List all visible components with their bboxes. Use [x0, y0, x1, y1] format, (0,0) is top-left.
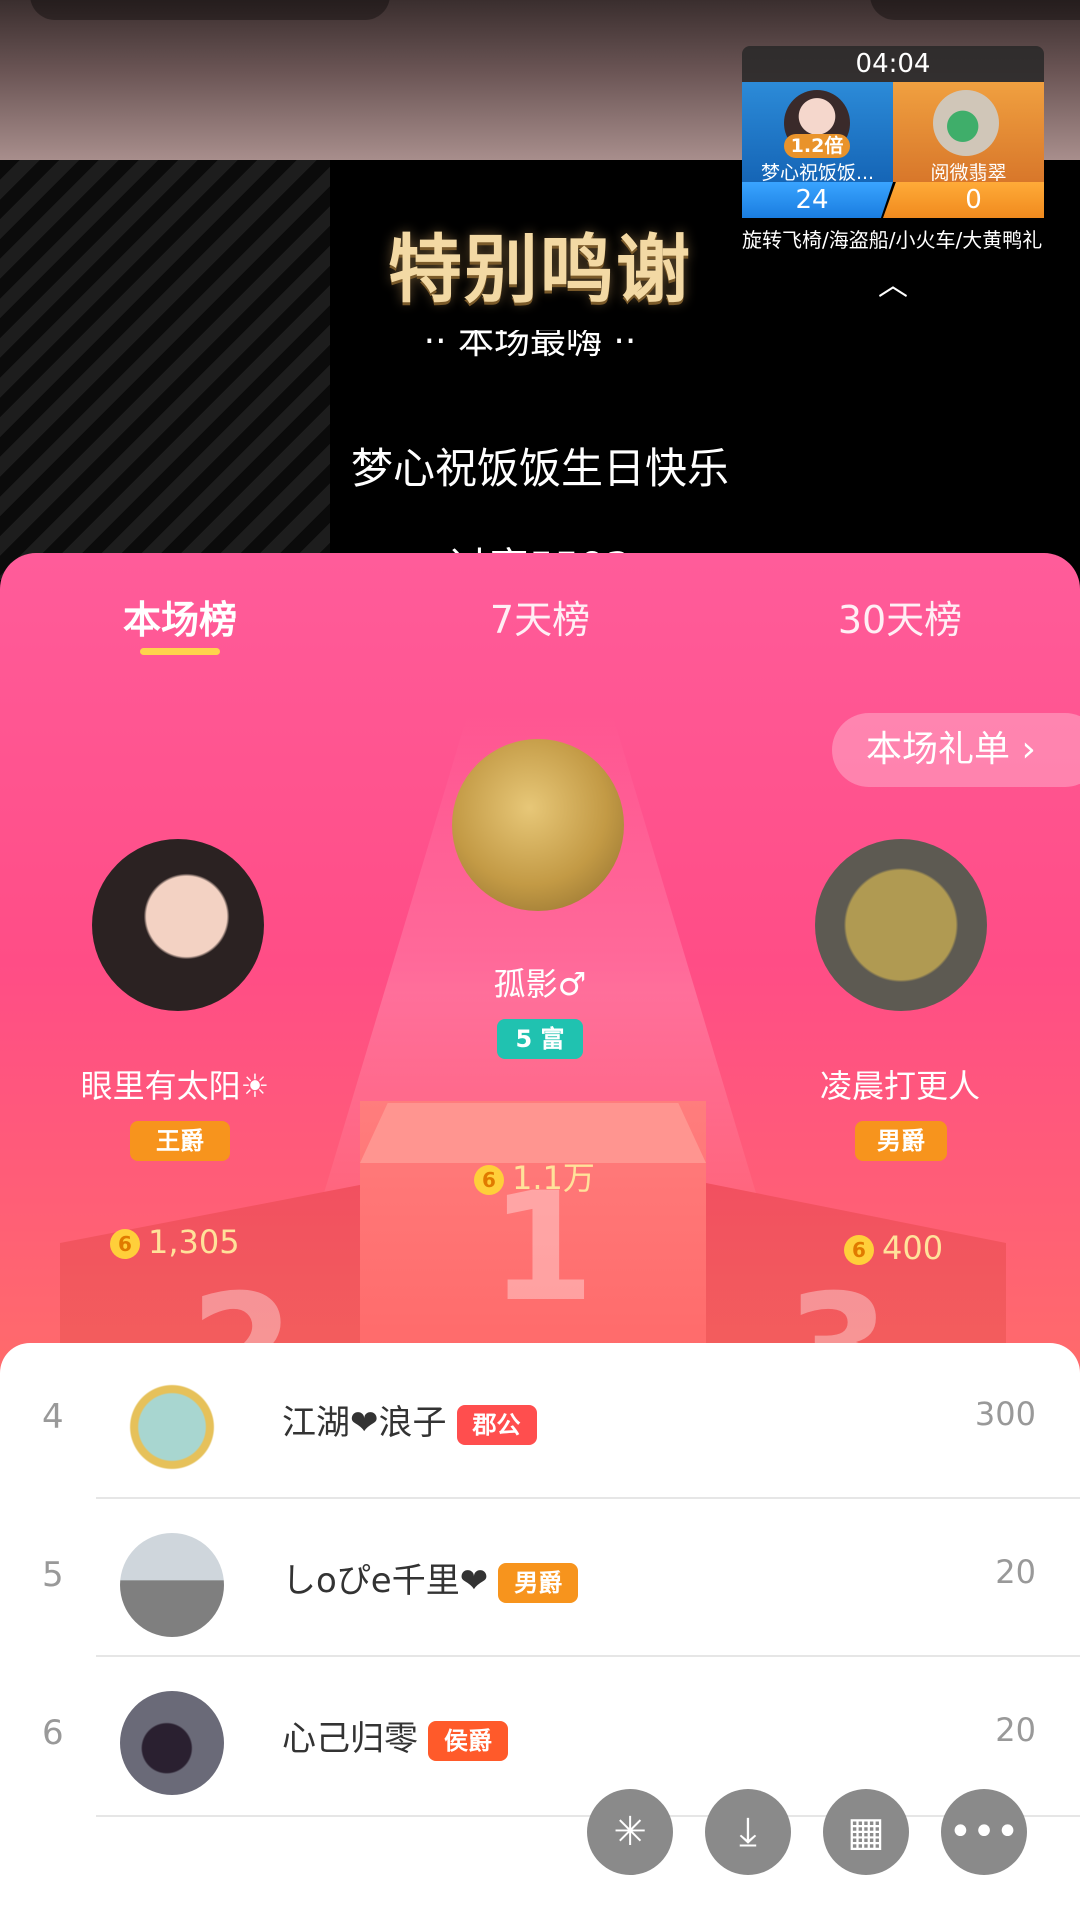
list-item-name-wrap: 江湖❤浪子 郡公	[282, 1395, 537, 1445]
chevron-up-icon[interactable]: ︿	[878, 271, 908, 301]
pk-multiplier-badge: 1.2倍	[784, 134, 850, 158]
title-badge: 郡公	[456, 1404, 537, 1445]
subtitle-clip: ·· 本场最嗨 ··	[380, 330, 680, 366]
third-place-amount-wrap: 6 400	[844, 1229, 943, 1267]
list-item[interactable]: 6 心己归零 侯爵 20	[0, 1659, 1080, 1817]
first-place-amount: 1.1万	[512, 1159, 595, 1197]
pk-right-score: 0	[965, 185, 982, 215]
pk-left-name: 梦心祝饭饭...	[760, 162, 875, 184]
thanks-message: 梦心祝饭饭生日快乐	[350, 444, 729, 493]
active-tab-indicator	[140, 648, 220, 655]
thanks-message-2: 过客5593	[440, 535, 640, 555]
second-place-avatar[interactable]	[92, 839, 264, 1011]
coin-icon: 6	[110, 1229, 140, 1259]
pk-right-name: 阅微翡翠	[930, 162, 1007, 184]
list-item-amount: 20	[995, 1711, 1036, 1749]
tab-30-days[interactable]: 30天榜	[820, 589, 980, 644]
thanks-message-2-clip: 过客5593	[440, 535, 640, 555]
pk-left-score-bar: 24	[742, 182, 893, 218]
title-badge: 男爵	[498, 1562, 579, 1603]
more-icon[interactable]: •••	[941, 1789, 1027, 1875]
sparkle-icon[interactable]: ✳	[587, 1789, 673, 1875]
third-place-name[interactable]: 凌晨打更人	[780, 1061, 1020, 1107]
first-place-avatar[interactable]	[452, 739, 624, 911]
pk-right-score-bar: 0	[883, 182, 1044, 218]
first-place-amount-wrap: 6 1.1万	[474, 1153, 595, 1199]
divider	[96, 1815, 1080, 1817]
coin-icon: 6	[474, 1165, 504, 1195]
subtitle: ·· 本场最嗨 ··	[423, 330, 637, 362]
avatar[interactable]	[120, 1691, 224, 1795]
download-icon[interactable]: ⤓	[705, 1789, 791, 1875]
tab-this-session[interactable]: 本场榜	[100, 589, 260, 644]
third-place-amount: 400	[882, 1229, 944, 1267]
divider	[96, 1655, 1080, 1657]
coin-icon: 6	[844, 1235, 874, 1265]
first-place-name[interactable]: 孤影♂	[440, 959, 640, 1005]
third-place-avatar[interactable]	[815, 839, 987, 1011]
list-item-amount: 300	[974, 1395, 1036, 1433]
list-rank: 6	[42, 1713, 64, 1753]
avatar[interactable]	[120, 1375, 224, 1479]
second-place-amount-wrap: 6 1,305	[110, 1223, 240, 1261]
list-item-name: 心己归零	[282, 1719, 418, 1759]
second-place-name[interactable]: 眼里有太阳☀	[40, 1061, 310, 1107]
pk-left-side[interactable]: 1.2倍 梦心祝饭饭...	[742, 82, 893, 184]
list-item-amount: 20	[995, 1553, 1036, 1591]
third-place-badge: 男爵	[855, 1121, 947, 1161]
pk-gifts-marquee: 旋转飞椅/海盗船/小火车/大黄鸭礼	[742, 228, 1043, 252]
list-item-name: 江湖❤浪子	[282, 1403, 447, 1443]
pk-right-avatar	[933, 90, 999, 156]
list-rank: 5	[42, 1555, 64, 1595]
second-place-amount: 1,305	[148, 1223, 240, 1261]
first-place-badge: 5 富	[497, 1019, 583, 1059]
avatar[interactable]	[120, 1533, 224, 1637]
list-item-name: しoぴe千里❤	[282, 1561, 489, 1601]
list-rank: 4	[42, 1397, 64, 1437]
thanks-title: 特别鸣谢	[388, 227, 692, 313]
pk-widget[interactable]: 04:04 1.2倍 梦心祝饭饭... 阅微翡翠 24 0	[742, 46, 1044, 221]
title-badge: 侯爵	[428, 1720, 508, 1761]
grid-icon[interactable]: ▦	[823, 1789, 909, 1875]
more-live-pill[interactable]	[870, 0, 1080, 20]
streamer-info-pill[interactable]	[30, 0, 390, 20]
divider	[96, 1497, 1080, 1499]
list-item-name-wrap: しoぴe千里❤ 男爵	[282, 1553, 579, 1603]
list-item[interactable]: 4 江湖❤浪子 郡公 300	[0, 1343, 1080, 1501]
pk-right-side[interactable]: 阅微翡翠	[893, 82, 1044, 184]
tab-7-days[interactable]: 7天榜	[460, 589, 620, 644]
list-item[interactable]: 5 しoぴe千里❤ 男爵 20	[0, 1501, 1080, 1659]
gift-list-button[interactable]: 本场礼单 ›	[832, 713, 1080, 787]
pk-left-score: 24	[795, 185, 829, 215]
second-place-badge: 王爵	[130, 1121, 230, 1161]
ranking-list: 4 江湖❤浪子 郡公 300 5 しoぴe千里❤ 男爵 20 6 心己归零 侯爵 20	[0, 1343, 1080, 1920]
list-item-name-wrap: 心己归零 侯爵	[282, 1711, 508, 1761]
pk-timer: 04:04	[742, 46, 1044, 82]
